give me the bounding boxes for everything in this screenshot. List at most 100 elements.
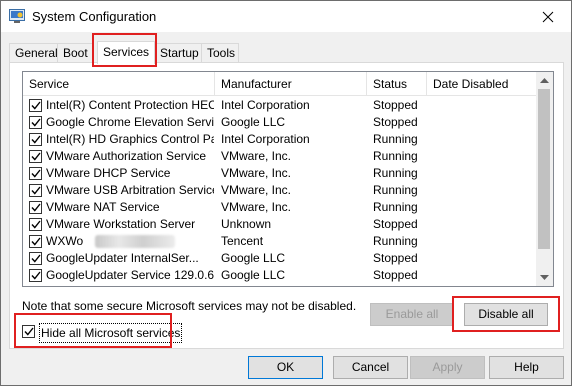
status-cell: Stopped bbox=[373, 251, 418, 265]
services-list[interactable]: Service Manufacturer Status Date Disable… bbox=[22, 71, 554, 287]
column-status[interactable]: Status bbox=[367, 72, 427, 96]
column-service[interactable]: Service bbox=[23, 72, 215, 96]
table-row[interactable]: VMware USB Arbitration Service VMware, In… bbox=[23, 182, 537, 199]
tab-boot[interactable]: Boot bbox=[57, 43, 93, 63]
msconfig-app-icon bbox=[9, 9, 25, 24]
status-cell: Running bbox=[373, 234, 418, 248]
service-checkbox[interactable] bbox=[29, 150, 42, 163]
close-button[interactable] bbox=[525, 1, 571, 32]
checkmark-icon bbox=[31, 220, 41, 229]
disable-all-label: Disable all bbox=[478, 307, 534, 321]
service-name: VMware Workstation Server bbox=[46, 217, 196, 231]
window-title: System Configuration bbox=[32, 9, 157, 24]
help-button[interactable]: Help bbox=[489, 356, 564, 379]
apply-label: Apply bbox=[432, 360, 463, 374]
manufacturer-cell: Intel Corporation bbox=[221, 98, 310, 112]
service-name: Intel(R) HD Graphics Control Pa... bbox=[46, 132, 214, 146]
table-row[interactable]: GoogleUpdater Service 129.0.6... Google L… bbox=[23, 267, 537, 284]
service-checkbox[interactable] bbox=[29, 167, 42, 180]
checkmark-icon bbox=[31, 237, 41, 246]
service-checkbox[interactable] bbox=[29, 116, 42, 129]
checkmark-icon bbox=[31, 271, 41, 280]
cancel-label: Cancel bbox=[351, 360, 390, 374]
manufacturer-cell: Unknown bbox=[221, 284, 365, 286]
manufacturer-cell: Tencent bbox=[221, 234, 264, 248]
table-row[interactable]: VMware NAT Service VMware, Inc. Running bbox=[23, 199, 537, 216]
tab-services[interactable]: Services bbox=[97, 41, 155, 64]
enable-all-button[interactable]: Enable all bbox=[370, 303, 454, 326]
table-row[interactable]: VMware DHCP Service VMware, Inc. Running bbox=[23, 165, 537, 182]
checkmark-icon bbox=[31, 152, 41, 161]
manufacturer-cell: VMware, Inc. bbox=[221, 166, 292, 180]
tab-tools[interactable]: Tools bbox=[201, 43, 239, 63]
service-checkbox[interactable] bbox=[29, 184, 42, 197]
apply-button[interactable]: Apply bbox=[410, 356, 485, 379]
table-row[interactable]: VMware Workstation Server Unknown Stopped bbox=[23, 216, 537, 233]
service-checkbox[interactable] bbox=[29, 286, 42, 287]
table-row[interactable]: Google Chrome Elevation Servic... Google … bbox=[23, 114, 537, 131]
vertical-scrollbar[interactable] bbox=[536, 72, 553, 286]
service-name: VMware Authorization Service bbox=[46, 149, 207, 163]
ok-label: OK bbox=[276, 360, 295, 374]
service-name: Intel(R) Content Protection HEC... bbox=[46, 98, 214, 112]
redacted-text bbox=[95, 235, 175, 248]
service-checkbox[interactable] bbox=[29, 218, 42, 231]
table-row[interactable]: Intel(R) Content Protection HEC... Intel … bbox=[23, 97, 537, 114]
disable-all-button[interactable]: Disable all bbox=[464, 303, 548, 326]
service-name: VMware NAT Service bbox=[46, 200, 160, 214]
ok-button[interactable]: OK bbox=[248, 356, 323, 379]
table-row[interactable]: Intel(R) HD Graphics Control Pa... Intel … bbox=[23, 131, 537, 148]
scroll-up-arrow-icon[interactable] bbox=[536, 72, 553, 89]
scrollbar-thumb[interactable] bbox=[538, 89, 550, 249]
close-icon bbox=[542, 11, 554, 22]
checkmark-icon bbox=[31, 203, 41, 212]
services-pane: Service Manufacturer Status Date Disable… bbox=[9, 62, 564, 349]
table-row[interactable]: GoogleUpdater InternalSer... Google LLC St… bbox=[23, 250, 537, 267]
checkmark-icon bbox=[31, 186, 41, 195]
checkmark-icon bbox=[31, 254, 41, 263]
hide-microsoft-services-checkbox[interactable] bbox=[22, 325, 35, 338]
service-name: VMware USB Arbitration Service bbox=[46, 183, 214, 197]
list-header: Service Manufacturer Status Date Disable… bbox=[23, 72, 537, 96]
checkmark-icon bbox=[31, 101, 41, 110]
manufacturer-cell: Intel Corporation bbox=[221, 132, 310, 146]
checkmark-icon bbox=[24, 327, 34, 336]
column-date-disabled[interactable]: Date Disabled bbox=[427, 72, 537, 96]
cancel-button[interactable]: Cancel bbox=[333, 356, 408, 379]
manufacturer-cell: Google LLC bbox=[221, 251, 286, 265]
system-configuration-window: System Configuration General Boot Servic… bbox=[0, 0, 572, 386]
table-row[interactable]: MTAgentService Unknown Running bbox=[23, 284, 537, 287]
service-name: Google Chrome Elevation Servic... bbox=[46, 115, 214, 129]
tab-startup[interactable]: Startup bbox=[154, 43, 202, 63]
service-checkbox[interactable] bbox=[29, 235, 42, 248]
service-checkbox[interactable] bbox=[29, 269, 42, 282]
manufacturer-cell: VMware, Inc. bbox=[221, 200, 292, 214]
checkmark-icon bbox=[31, 169, 41, 178]
manufacturer-cell: Google LLC bbox=[221, 268, 286, 282]
status-cell: Running bbox=[373, 166, 418, 180]
column-manufacturer[interactable]: Manufacturer bbox=[215, 72, 367, 96]
help-label: Help bbox=[514, 360, 539, 374]
scroll-down-arrow-icon[interactable] bbox=[536, 269, 553, 286]
service-checkbox[interactable] bbox=[29, 133, 42, 146]
tab-general[interactable]: General bbox=[9, 43, 58, 63]
title-bar: System Configuration bbox=[1, 1, 571, 32]
manufacturer-cell: VMware, Inc. bbox=[221, 183, 292, 197]
status-cell: Running bbox=[373, 284, 427, 286]
service-checkbox[interactable] bbox=[29, 252, 42, 265]
status-cell: Stopped bbox=[373, 268, 418, 282]
service-checkbox[interactable] bbox=[29, 201, 42, 214]
checkmark-icon bbox=[31, 135, 41, 144]
enable-all-label: Enable all bbox=[385, 307, 439, 321]
service-name: MTAgentService bbox=[46, 284, 214, 286]
service-checkbox[interactable] bbox=[29, 99, 42, 112]
service-name: GoogleUpdater Service 129.0.6... bbox=[46, 268, 214, 282]
service-name: GoogleUpdater InternalSer... bbox=[46, 251, 199, 265]
hide-microsoft-services-label: Hide all Microsoft services bbox=[39, 323, 183, 343]
service-name: VMware DHCP Service bbox=[46, 166, 171, 180]
service-rows: Intel(R) Content Protection HEC... Intel … bbox=[23, 97, 537, 287]
status-cell: Stopped bbox=[373, 98, 418, 112]
table-row[interactable]: WXWo Tencent Running bbox=[23, 233, 537, 250]
status-cell: Stopped bbox=[373, 115, 418, 129]
table-row[interactable]: VMware Authorization Service VMware, Inc.… bbox=[23, 148, 537, 165]
